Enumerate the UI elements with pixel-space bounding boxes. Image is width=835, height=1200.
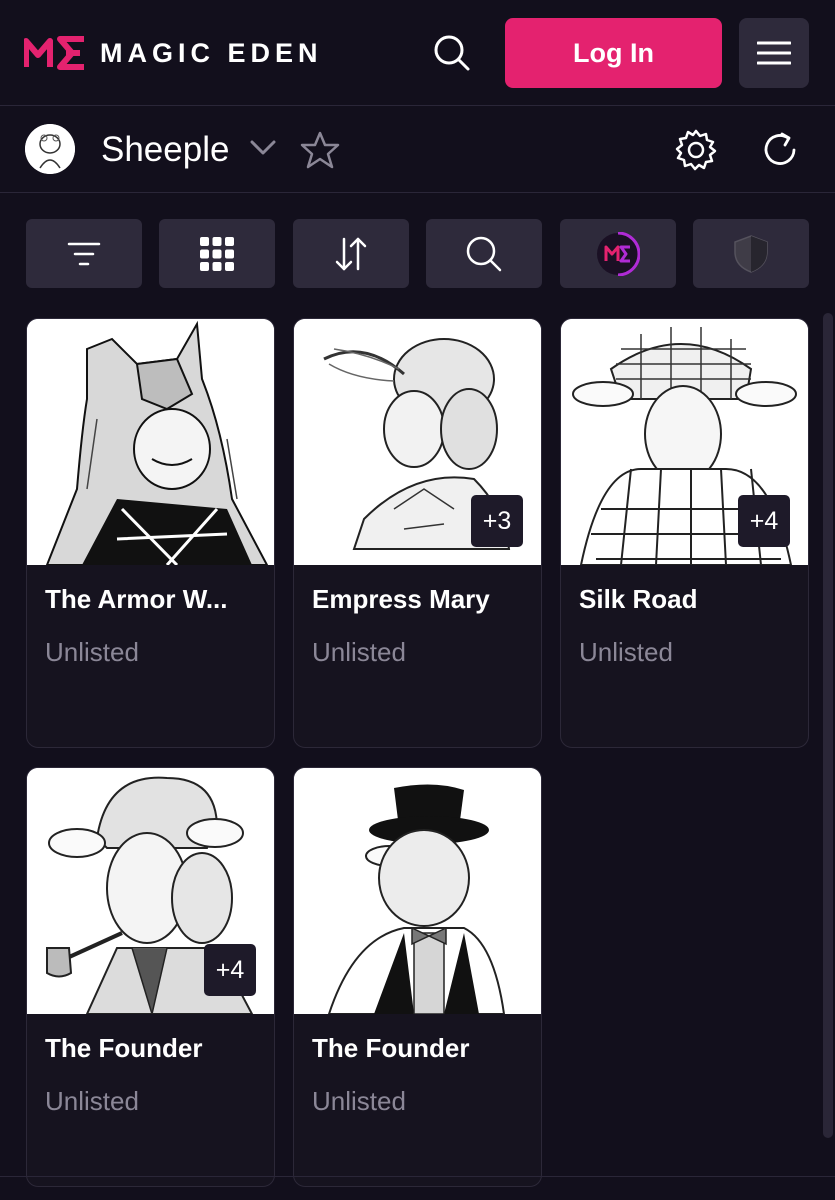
menu-button[interactable] xyxy=(739,18,809,88)
filter-icon xyxy=(67,242,101,265)
nft-listing-status: Unlisted xyxy=(45,1086,139,1116)
scrollbar-thumb[interactable] xyxy=(823,313,833,1138)
nft-title: The Armor W... xyxy=(45,584,228,614)
variant-count-badge: +4 xyxy=(738,495,790,547)
shield-icon xyxy=(734,234,768,273)
star-icon[interactable] xyxy=(300,130,340,170)
magic-eden-logo-mark-icon xyxy=(24,36,84,70)
refresh-icon[interactable] xyxy=(758,128,802,172)
search-items-button[interactable] xyxy=(426,219,542,288)
log-in-button[interactable]: Log In xyxy=(505,18,722,88)
collection-bar: Sheeple xyxy=(0,106,835,193)
divider xyxy=(0,1176,835,1177)
sheep-avatar-icon xyxy=(25,124,75,174)
nft-card[interactable]: +4 The Founder Unlisted xyxy=(26,767,275,1187)
nft-image[interactable]: +3 xyxy=(294,319,541,565)
variant-count-badge: +3 xyxy=(471,495,523,547)
top-hat-sheep-art xyxy=(294,768,541,1014)
nft-title: The Founder xyxy=(312,1033,470,1063)
nft-image[interactable]: +4 xyxy=(27,768,274,1014)
nft-card[interactable]: The Armor W... Unlisted xyxy=(26,318,275,748)
magic-eden-filter-button[interactable] xyxy=(560,219,676,288)
grid-view-button[interactable] xyxy=(159,219,275,288)
magic-eden-icon xyxy=(597,231,640,276)
brand-name: MAGIC EDEN xyxy=(100,37,323,68)
top-header: MAGIC EDEN Log In xyxy=(0,0,835,106)
sort-button[interactable] xyxy=(293,219,409,288)
nft-listing-status: Unlisted xyxy=(312,637,406,667)
filter-button[interactable] xyxy=(26,219,142,288)
search-icon xyxy=(466,236,502,271)
verified-filter-button[interactable] xyxy=(693,219,809,288)
sort-icon xyxy=(335,237,367,270)
collection-name[interactable]: Sheeple xyxy=(101,130,229,170)
search-icon xyxy=(434,35,470,71)
nft-image[interactable]: +4 xyxy=(561,319,808,565)
nft-listing-status: Unlisted xyxy=(579,637,673,667)
magic-eden-logo[interactable]: MAGIC EDEN xyxy=(24,33,323,73)
nft-listing-status: Unlisted xyxy=(45,637,139,667)
nft-image[interactable] xyxy=(27,319,274,565)
nft-title: Silk Road xyxy=(579,584,698,614)
nft-listing-status: Unlisted xyxy=(312,1086,406,1116)
variant-count-badge: +4 xyxy=(204,944,256,996)
nft-image[interactable] xyxy=(294,768,541,1014)
nft-card[interactable]: The Founder Unlisted xyxy=(293,767,542,1187)
nft-card[interactable]: +4 Silk Road Unlisted xyxy=(560,318,809,748)
grid-view-icon xyxy=(200,236,234,271)
chevron-down-icon[interactable] xyxy=(248,132,278,162)
gear-icon[interactable] xyxy=(674,128,718,172)
wolf-cloak-sheep-art xyxy=(27,319,274,565)
collection-avatar[interactable] xyxy=(25,124,75,174)
header-search-button[interactable] xyxy=(430,33,474,73)
hamburger-menu-icon xyxy=(757,41,791,65)
scrollbar[interactable] xyxy=(820,313,835,1138)
nft-title: The Founder xyxy=(45,1033,203,1063)
nft-title: Empress Mary xyxy=(312,584,490,614)
nft-card[interactable]: +3 Empress Mary Unlisted xyxy=(293,318,542,748)
